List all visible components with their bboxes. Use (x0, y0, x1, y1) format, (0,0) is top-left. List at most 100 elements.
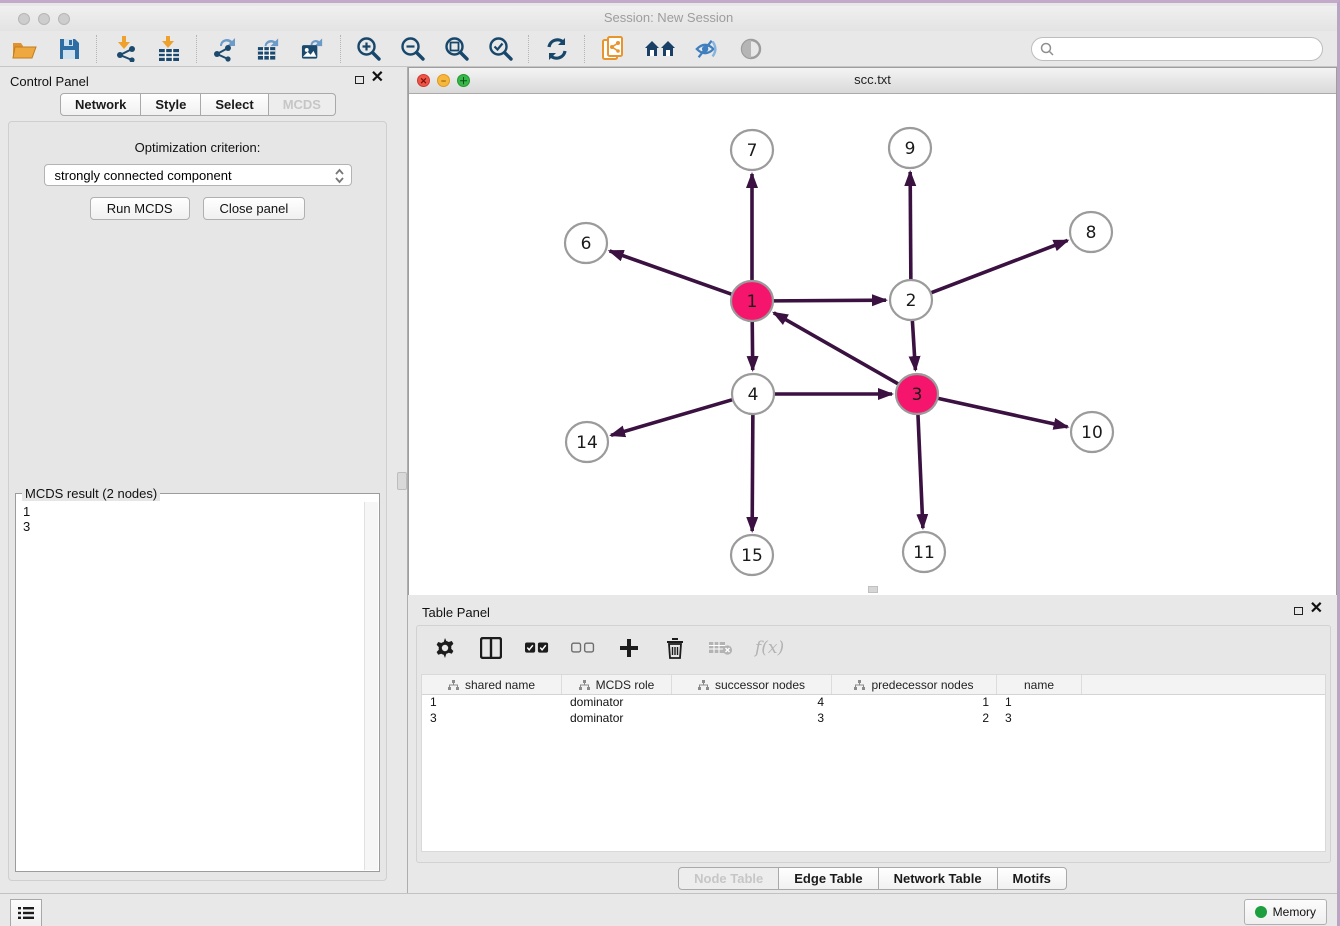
graph-node-14[interactable]: 14 (566, 422, 608, 462)
graph-edge-3-11[interactable] (918, 414, 923, 528)
overview-icon[interactable] (644, 36, 676, 62)
memory-button[interactable]: Memory (1244, 899, 1327, 925)
graph-node-11[interactable]: 11 (903, 532, 945, 572)
cell-name: 1 (997, 695, 1082, 711)
optimization-criterion-dropdown[interactable]: strongly connected component (44, 164, 352, 186)
tab-node-table[interactable]: Node Table (678, 867, 779, 890)
search-input[interactable] (1059, 41, 1314, 57)
titlebar[interactable]: Session: New Session (0, 6, 1337, 32)
zoom-in-icon[interactable] (356, 36, 382, 62)
tab-select[interactable]: Select (201, 93, 268, 116)
open-session-icon[interactable] (12, 36, 38, 62)
tab-motifs[interactable]: Motifs (998, 867, 1067, 890)
table-tabs: Node Table Edge Table Network Table Moti… (408, 867, 1337, 890)
result-scrollbar[interactable] (364, 502, 378, 870)
column-header[interactable]: successor nodes (672, 675, 832, 694)
duplicate-network-icon[interactable] (600, 36, 626, 62)
mcds-panel: Optimization criterion: strongly connect… (8, 121, 387, 881)
graph-edge-2-9[interactable] (910, 172, 911, 280)
list-icon (18, 906, 34, 920)
zoom-fit-icon[interactable] (444, 36, 470, 62)
select-all-icon[interactable] (525, 636, 549, 660)
graph-node-15[interactable]: 15 (731, 535, 773, 575)
svg-text:15: 15 (741, 546, 763, 566)
status-bar: Memory (0, 893, 1337, 926)
graph-node-3[interactable]: 3 (896, 374, 938, 414)
table-row[interactable]: 3 dominator 3 2 3 (422, 711, 1325, 727)
export-table-icon[interactable] (256, 36, 282, 62)
column-header[interactable]: MCDS role (562, 675, 672, 694)
split-columns-icon[interactable] (479, 636, 503, 660)
cell-shared-name: 1 (422, 695, 562, 711)
hide-panels-icon[interactable] (694, 36, 720, 62)
close-panel-icon[interactable]: ✕ (371, 69, 384, 87)
svg-text:8: 8 (1086, 223, 1097, 243)
network-window-titlebar[interactable]: ✕ − ＋ scc.txt (409, 68, 1336, 94)
graph-node-7[interactable]: 7 (731, 130, 773, 170)
hierarchy-icon (448, 680, 459, 690)
panel-divider[interactable] (396, 67, 408, 893)
cell-shared-name: 3 (422, 711, 562, 727)
function-builder-icon[interactable]: f(x) (755, 638, 784, 658)
column-label: predecessor nodes (871, 678, 973, 692)
refresh-icon[interactable] (544, 36, 570, 62)
mcds-result-title: MCDS result (2 nodes) (22, 486, 160, 501)
tab-edge-table[interactable]: Edge Table (779, 867, 878, 890)
tab-network-table[interactable]: Network Table (879, 867, 998, 890)
divider-handle[interactable] (397, 472, 407, 490)
control-panel-title: Control Panel (10, 74, 89, 89)
column-header[interactable]: name (997, 675, 1082, 694)
add-column-icon[interactable] (617, 636, 641, 660)
float-panel-icon[interactable] (355, 76, 364, 84)
gear-icon[interactable] (433, 636, 457, 660)
network-canvas[interactable]: 7 9 6 8 1 2 4 3 14 10 15 11 (409, 94, 1336, 595)
column-label: successor nodes (715, 678, 805, 692)
import-network-icon[interactable] (112, 36, 138, 62)
graph-node-6[interactable]: 6 (565, 223, 607, 263)
table-row[interactable]: 1 dominator 4 1 1 (422, 695, 1325, 711)
column-label: MCDS role (596, 678, 655, 692)
table-close-icon[interactable]: ✕ (1310, 600, 1323, 618)
export-image-icon[interactable] (300, 36, 326, 62)
export-network-icon[interactable] (212, 36, 238, 62)
graph-edge-3-10[interactable] (938, 398, 1068, 427)
graph-edge-2-8[interactable] (931, 240, 1068, 292)
close-panel-button[interactable]: Close panel (203, 197, 306, 220)
graph-edge-1-2[interactable] (773, 300, 886, 301)
graph-node-10[interactable]: 10 (1071, 412, 1113, 452)
tab-mcds[interactable]: MCDS (269, 93, 336, 116)
graph-node-1[interactable]: 1 (731, 281, 773, 321)
graph-node-9[interactable]: 9 (889, 128, 931, 168)
svg-text:6: 6 (581, 234, 592, 254)
graph-edge-2-3[interactable] (912, 320, 915, 370)
show-panel-icon[interactable] (738, 36, 764, 62)
graph-node-2[interactable]: 2 (890, 280, 932, 320)
tab-network[interactable]: Network (60, 93, 141, 116)
graph-node-8[interactable]: 8 (1070, 212, 1112, 252)
column-header[interactable]: shared name (422, 675, 562, 694)
svg-text:10: 10 (1081, 423, 1103, 443)
graph-node-4[interactable]: 4 (732, 374, 774, 414)
main-toolbar (0, 31, 1337, 67)
table-float-icon[interactable] (1294, 607, 1303, 615)
import-table-icon[interactable] (156, 36, 182, 62)
delete-icon[interactable] (663, 636, 687, 660)
save-session-icon[interactable] (56, 36, 82, 62)
network-collapse-handle[interactable] (868, 586, 878, 593)
graph-edge-1-6[interactable] (610, 251, 733, 294)
delete-table-icon[interactable] (709, 636, 733, 660)
zoom-out-icon[interactable] (400, 36, 426, 62)
task-history-button[interactable] (10, 899, 42, 926)
tab-style[interactable]: Style (141, 93, 201, 116)
graph-edge-3-1[interactable] (774, 313, 899, 384)
svg-text:1: 1 (747, 292, 758, 312)
zoom-selected-icon[interactable] (488, 36, 514, 62)
node-table[interactable]: shared name MCDS role successor nodes pr… (421, 674, 1326, 852)
graph-edge-4-14[interactable] (611, 400, 733, 436)
search-box[interactable] (1031, 37, 1323, 61)
column-header[interactable]: predecessor nodes (832, 675, 997, 694)
deselect-all-icon[interactable] (571, 636, 595, 660)
graph-edge-1-4[interactable] (752, 321, 753, 370)
graph-edge-4-15[interactable] (752, 414, 753, 531)
run-mcds-button[interactable]: Run MCDS (90, 197, 190, 220)
